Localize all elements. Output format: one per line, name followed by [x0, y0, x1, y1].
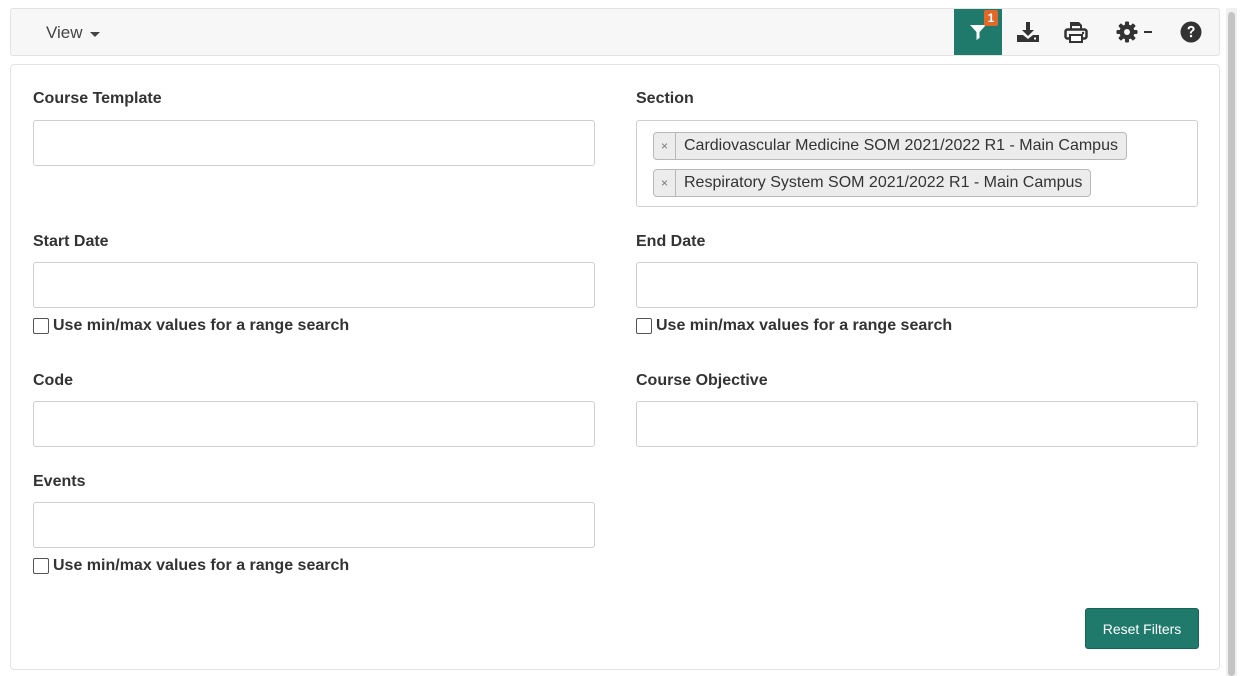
- section-tag-label: Respiratory System SOM 2021/2022 R1 - Ma…: [684, 174, 1083, 191]
- start-date-range-label: Use min/max values for a range search: [53, 317, 350, 334]
- start-date-input[interactable]: [33, 262, 595, 308]
- view-label: View: [46, 23, 83, 42]
- events-input[interactable]: [33, 502, 595, 548]
- vertical-scrollbar[interactable]: [1226, 8, 1237, 676]
- events-range-checkbox[interactable]: [33, 558, 49, 574]
- filter-panel: Course Template Section × Cardiovascular…: [10, 64, 1220, 670]
- remove-tag-icon[interactable]: ×: [654, 170, 676, 196]
- events-range-label: Use min/max values for a range search: [53, 557, 350, 574]
- settings-dropdown-button[interactable]: [1111, 9, 1157, 55]
- end-date-range-option[interactable]: Use min/max values for a range search: [636, 315, 952, 337]
- caret-down-icon: [89, 31, 100, 37]
- code-input[interactable]: [33, 401, 595, 447]
- print-icon: [1064, 22, 1088, 43]
- help-button[interactable]: [1175, 9, 1207, 55]
- code-label: Code: [33, 372, 73, 389]
- end-date-label: End Date: [636, 233, 706, 250]
- print-button[interactable]: [1060, 9, 1092, 55]
- scrollbar-thumb[interactable]: [1228, 12, 1235, 676]
- filter-count-badge: 1: [984, 10, 998, 26]
- section-label: Section: [636, 90, 694, 107]
- start-date-label: Start Date: [33, 233, 109, 250]
- start-date-range-checkbox[interactable]: [33, 318, 49, 334]
- end-date-range-checkbox[interactable]: [636, 318, 652, 334]
- help-icon: [1180, 21, 1202, 43]
- end-date-range-label: Use min/max values for a range search: [656, 317, 953, 334]
- section-multiselect[interactable]: × Cardiovascular Medicine SOM 2021/2022 …: [636, 120, 1198, 207]
- remove-tag-icon[interactable]: ×: [654, 133, 676, 159]
- events-label: Events: [33, 473, 86, 490]
- dropdown-dash-icon: [1144, 31, 1152, 33]
- course-template-input[interactable]: [33, 120, 595, 166]
- start-date-range-option[interactable]: Use min/max values for a range search: [33, 315, 349, 337]
- filter-button[interactable]: 1: [954, 9, 1002, 55]
- section-tag: × Respiratory System SOM 2021/2022 R1 - …: [653, 169, 1092, 197]
- toolbar: View 1: [10, 8, 1220, 56]
- end-date-input[interactable]: [636, 262, 1198, 308]
- gear-icon: [1116, 21, 1138, 43]
- view-dropdown-button[interactable]: View: [46, 21, 100, 45]
- course-template-label: Course Template: [33, 90, 162, 107]
- section-tag-label: Cardiovascular Medicine SOM 2021/2022 R1…: [684, 137, 1118, 154]
- course-objective-label: Course Objective: [636, 372, 768, 389]
- reset-filters-button[interactable]: Reset Filters: [1085, 608, 1199, 649]
- course-objective-input[interactable]: [636, 401, 1198, 447]
- events-range-option[interactable]: Use min/max values for a range search: [33, 555, 349, 577]
- download-button[interactable]: [1013, 9, 1043, 55]
- download-icon: [1017, 22, 1039, 42]
- section-tag: × Cardiovascular Medicine SOM 2021/2022 …: [653, 132, 1127, 160]
